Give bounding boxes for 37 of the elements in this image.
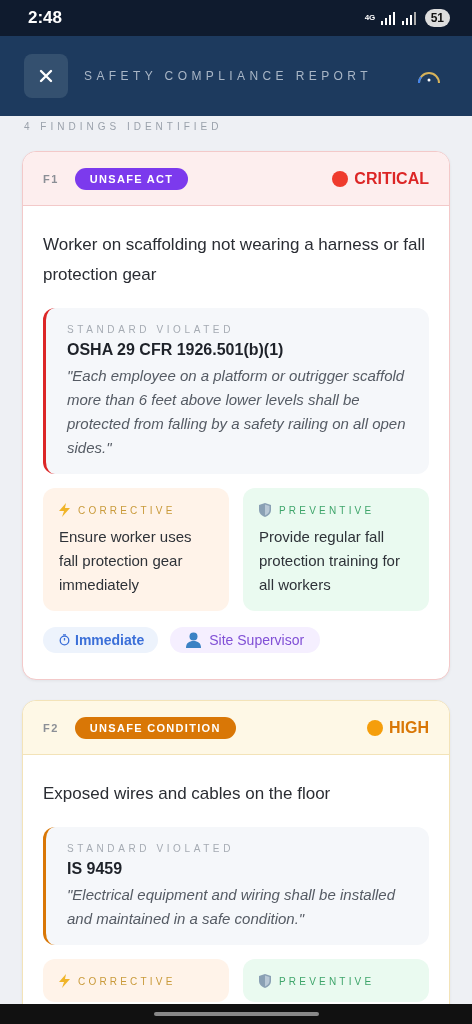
finding-description: Worker on scaffolding not wearing a harness or fall protection gear	[43, 234, 427, 286]
finding-description: Exposed wires and cables on the floor	[43, 783, 332, 805]
tag-text: Site Supervisor	[209, 632, 305, 648]
finding-id: F2	[43, 721, 59, 734]
category-badge: UNSAFE CONDITION	[74, 716, 236, 739]
action-text: Ensure worker uses fall protection gear immediately	[59, 527, 193, 595]
action-label: PREVENTIVE	[279, 975, 375, 987]
stopwatch-icon	[59, 634, 70, 646]
battery-level: 51	[424, 9, 450, 27]
shield-icon	[259, 503, 271, 517]
close-icon	[39, 69, 53, 83]
header-title: SAFETY COMPLIANCE REPORT	[84, 69, 373, 83]
standard-code: IS 9459	[67, 860, 124, 878]
severity-label: CRITICAL	[354, 169, 429, 188]
status-time: 2:48	[28, 8, 63, 28]
lightning-icon	[59, 974, 70, 988]
close-button[interactable]	[24, 54, 68, 98]
signal-icon	[400, 11, 419, 25]
standard-label: STANDARD VIOLATED	[67, 843, 235, 854]
lightning-icon	[59, 503, 70, 517]
category-badge: UNSAFE ACT	[74, 167, 189, 190]
action-label: CORRECTIVE	[78, 975, 176, 987]
finding-id: F1	[43, 172, 59, 185]
action-label: CORRECTIVE	[78, 504, 176, 516]
findings-count: 4 FINDINGS IDENTIFIED	[24, 121, 224, 132]
shield-icon	[259, 974, 271, 988]
tag-text: Immediate	[75, 632, 145, 648]
action-label: PREVENTIVE	[279, 504, 375, 516]
person-icon	[186, 632, 202, 648]
standard-code: OSHA 29 CFR 1926.501(b)(1)	[67, 341, 285, 359]
severity-label: HIGH	[389, 718, 429, 737]
standard-quote: "Electrical equipment and wiring shall be installed and maintained in a safe condition."	[67, 885, 397, 929]
signal-icon	[379, 11, 398, 25]
action-text: Provide regular fall protection training for all workers	[259, 527, 401, 595]
standard-label: STANDARD VIOLATED	[67, 324, 235, 335]
standard-quote: "Each employee on a platform or outrigger scaffold more than 6 feet above lower levels shall be protected from falling by a safety railing on all open sides."	[67, 366, 407, 458]
network-type: 4G	[364, 14, 377, 22]
